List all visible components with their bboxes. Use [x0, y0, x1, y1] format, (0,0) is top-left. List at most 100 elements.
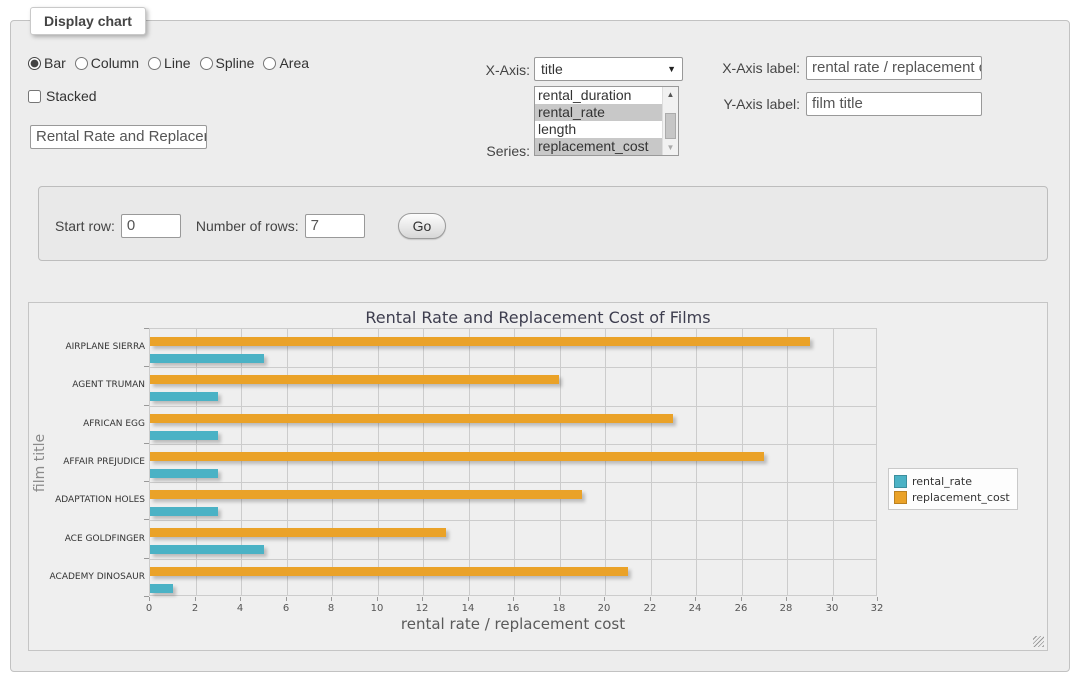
- x-tick-mark: [422, 597, 423, 601]
- chart-title: Rental Rate and Replacement Cost of Film…: [29, 308, 1047, 327]
- bar-rental_rate: [150, 354, 264, 363]
- gridline-v: [787, 329, 788, 595]
- x-tick-label: 24: [680, 603, 710, 614]
- legend-row: rental_rate: [894, 473, 1010, 489]
- x-tick-mark: [650, 597, 651, 601]
- chart-type-spline[interactable]: Spline: [200, 55, 255, 71]
- resize-handle-icon[interactable]: [1033, 636, 1044, 647]
- bar-rental_rate: [150, 507, 218, 516]
- chart-type-radio-area[interactable]: [263, 57, 276, 70]
- chart-type-radio-line[interactable]: [148, 57, 161, 70]
- y-tick-mark: [144, 596, 149, 597]
- scroll-up-icon[interactable]: ▲: [663, 87, 678, 102]
- bar-replacement_cost: [150, 337, 810, 346]
- scrollbar-thumb[interactable]: [665, 113, 676, 139]
- chart-type-area[interactable]: Area: [263, 55, 309, 71]
- gridline-v: [833, 329, 834, 595]
- num-rows-input[interactable]: 7: [305, 214, 365, 238]
- chart-title-input[interactable]: Rental Rate and Replacemer: [30, 125, 207, 149]
- gridline-h: [150, 444, 876, 445]
- y-tick-mark: [144, 481, 149, 482]
- y-tick-mark: [144, 405, 149, 406]
- y-tick-mark: [144, 328, 149, 329]
- category-label: ADAPTATION HOLES: [29, 495, 145, 505]
- x-tick-label: 2: [180, 603, 210, 614]
- gridline-v: [651, 329, 652, 595]
- series-label: Series:: [430, 143, 530, 159]
- x-tick-label: 30: [817, 603, 847, 614]
- legend-row: replacement_cost: [894, 489, 1010, 505]
- chart-type-radio-spline[interactable]: [200, 57, 213, 70]
- gridline-h: [150, 559, 876, 560]
- category-label: AIRPLANE SIERRA: [29, 342, 145, 352]
- x-tick-mark: [786, 597, 787, 601]
- gridline-v: [560, 329, 561, 595]
- x-tick-label: 4: [225, 603, 255, 614]
- x-axis-selected-value: title: [541, 61, 563, 77]
- series-option-length[interactable]: length: [535, 121, 662, 138]
- chart-type-radio-column[interactable]: [75, 57, 88, 70]
- x-tick-label: 12: [407, 603, 437, 614]
- x-tick-mark: [741, 597, 742, 601]
- chart-type-radio-bar[interactable]: [28, 57, 41, 70]
- chart-container: Rental Rate and Replacement Cost of Film…: [28, 302, 1048, 651]
- x-axis-select[interactable]: title ▼: [534, 57, 683, 81]
- chart-type-column[interactable]: Column: [75, 55, 139, 71]
- series-option-rental_duration[interactable]: rental_duration: [535, 87, 662, 104]
- bar-replacement_cost: [150, 375, 559, 384]
- series-scrollbar[interactable]: ▲ ▼: [662, 87, 678, 155]
- chart-type-line[interactable]: Line: [148, 55, 190, 71]
- series-listbox[interactable]: rental_durationrental_ratelengthreplacem…: [534, 86, 679, 156]
- bar-replacement_cost: [150, 528, 446, 537]
- x-tick-label: 16: [498, 603, 528, 614]
- bar-replacement_cost: [150, 567, 628, 576]
- gridline-h: [150, 482, 876, 483]
- go-button[interactable]: Go: [398, 213, 447, 239]
- chart-legend: rental_rate replacement_cost: [888, 468, 1018, 510]
- legend-label: rental_rate: [912, 475, 972, 488]
- chart-type-label: Spline: [216, 55, 255, 71]
- gridline-v: [469, 329, 470, 595]
- category-label: AFFAIR PREJUDICE: [29, 457, 145, 467]
- bar-replacement_cost: [150, 490, 582, 499]
- x-axis-label-label: X-Axis label:: [700, 60, 800, 76]
- gridline-v: [378, 329, 379, 595]
- x-tick-mark: [331, 597, 332, 601]
- x-tick-mark: [468, 597, 469, 601]
- gridline-v: [423, 329, 424, 595]
- bar-rental_rate: [150, 392, 218, 401]
- chart-type-radios: Bar Column Line Spline Area: [28, 55, 314, 71]
- x-tick-label: 26: [726, 603, 756, 614]
- category-label: ACADEMY DINOSAUR: [29, 572, 145, 582]
- chart-type-bar[interactable]: Bar: [28, 55, 66, 71]
- x-tick-label: 28: [771, 603, 801, 614]
- x-tick-label: 10: [362, 603, 392, 614]
- stacked-label: Stacked: [46, 88, 97, 104]
- x-tick-label: 14: [453, 603, 483, 614]
- x-tick-mark: [695, 597, 696, 601]
- series-option-rental_rate[interactable]: rental_rate: [535, 104, 662, 121]
- x-tick-label: 0: [134, 603, 164, 614]
- chart-type-label: Bar: [44, 55, 66, 71]
- x-axis-label-input[interactable]: rental rate / replacement cost: [806, 56, 982, 80]
- series-options: rental_durationrental_ratelengthreplacem…: [535, 87, 662, 155]
- x-tick-mark: [149, 597, 150, 601]
- category-label: AFRICAN EGG: [29, 419, 145, 429]
- chart-type-label: Area: [279, 55, 309, 71]
- y-axis-label-input[interactable]: film title: [806, 92, 982, 116]
- start-row-label: Start row:: [55, 218, 115, 234]
- x-tick-label: 32: [862, 603, 892, 614]
- bar-rental_rate: [150, 431, 218, 440]
- x-tick-mark: [877, 597, 878, 601]
- gridline-h: [150, 367, 876, 368]
- legend-label: replacement_cost: [912, 491, 1010, 504]
- x-tick-label: 22: [635, 603, 665, 614]
- stacked-checkbox[interactable]: [28, 90, 41, 103]
- start-row-input[interactable]: 0: [121, 214, 181, 238]
- x-axis-select-label: X-Axis:: [430, 62, 530, 78]
- series-option-replacement_cost[interactable]: replacement_cost: [535, 138, 662, 155]
- y-tick-mark: [144, 558, 149, 559]
- scroll-down-icon[interactable]: ▼: [663, 140, 678, 155]
- chart-type-label: Line: [164, 55, 190, 71]
- category-label: ACE GOLDFINGER: [29, 534, 145, 544]
